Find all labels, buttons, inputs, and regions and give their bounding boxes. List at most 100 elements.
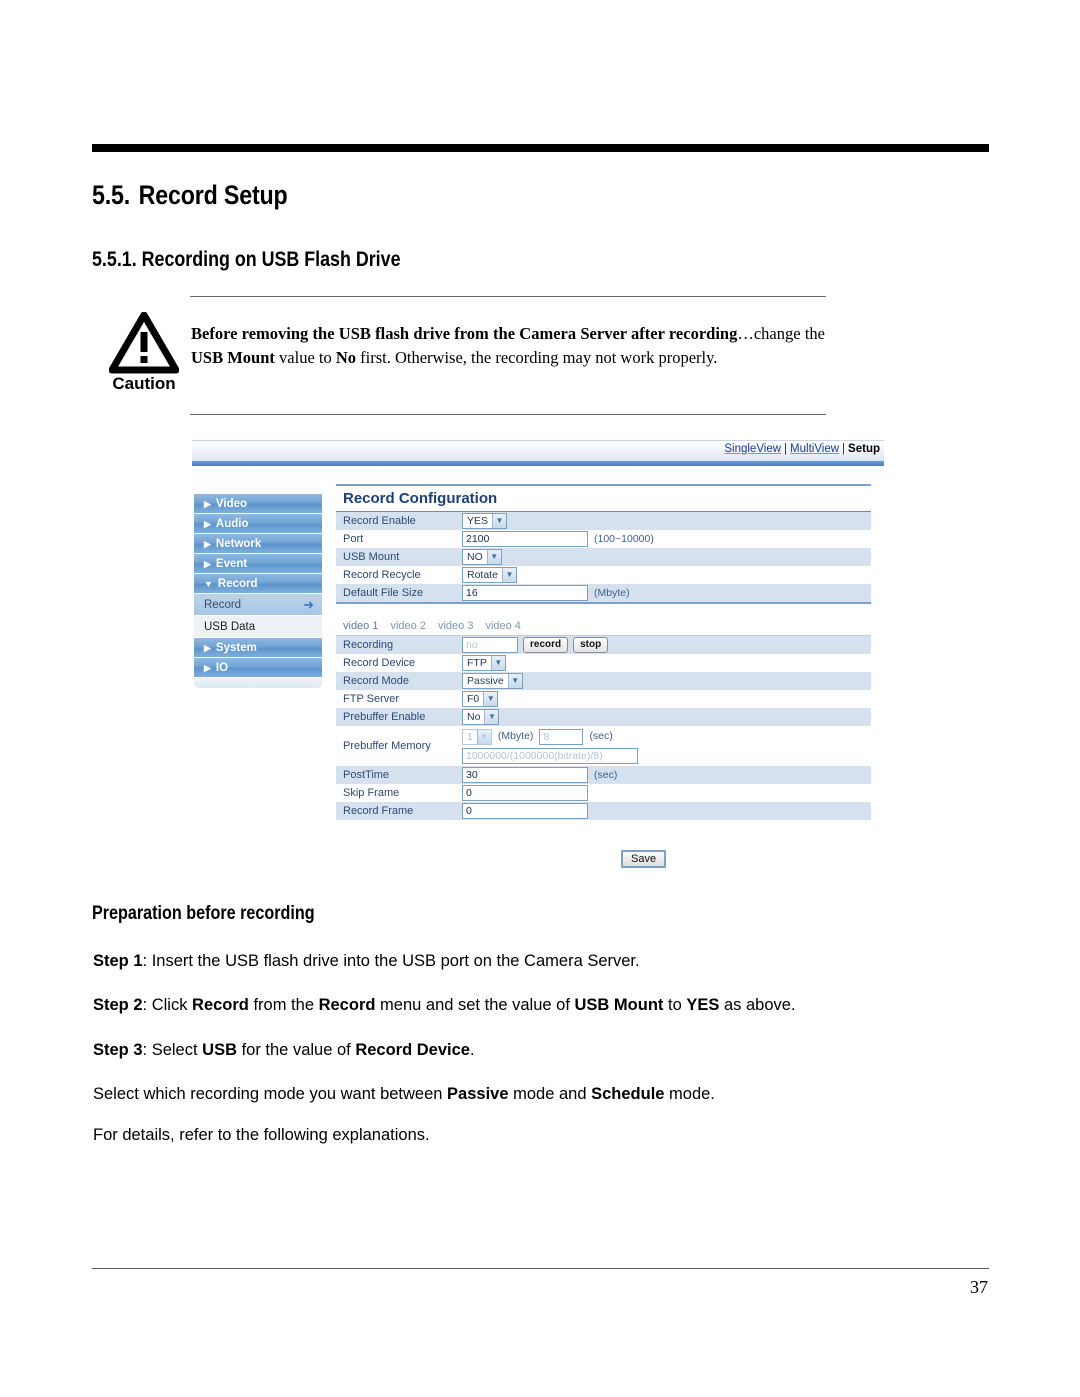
row-label: USB Mount bbox=[336, 548, 455, 566]
tab-video-4[interactable]: video 4 bbox=[485, 620, 520, 632]
caution-icon-block: Caution bbox=[98, 311, 190, 392]
row-value: No ▼ bbox=[455, 708, 871, 726]
row-label: Record Mode bbox=[336, 672, 455, 690]
para4-a: Select which recording mode you want bet… bbox=[93, 1085, 448, 1103]
row-value: 0 bbox=[455, 784, 871, 802]
default-file-size-hint: (Mbyte) bbox=[594, 586, 630, 599]
video-settings-table: Recording no record stop Record Device FTP… bbox=[336, 636, 871, 820]
prebuffer-memory-select[interactable]: 1 ▼ bbox=[462, 728, 492, 745]
passive-term: Passive bbox=[447, 1085, 509, 1103]
port-input[interactable]: 2100 bbox=[462, 531, 588, 547]
row-value: F0 ▼ bbox=[455, 690, 871, 708]
save-button[interactable]: Save bbox=[621, 850, 667, 868]
sidebar-item-record[interactable]: Record ➜ bbox=[194, 594, 322, 616]
tab-video-1[interactable]: video 1 bbox=[343, 620, 379, 634]
header-rule bbox=[92, 144, 989, 152]
skip-frame-input[interactable]: 0 bbox=[462, 785, 588, 801]
tab-video-3[interactable]: video 3 bbox=[438, 620, 473, 632]
caution-ellipsis: … bbox=[737, 324, 754, 343]
default-file-size-input[interactable]: 16 bbox=[462, 585, 588, 601]
select-value: No bbox=[467, 711, 481, 723]
table-row: Default File Size 16 (Mbyte) bbox=[336, 584, 871, 602]
caution-usb-mount-term: USB Mount bbox=[191, 348, 275, 367]
row-label: Recording bbox=[336, 636, 455, 654]
record-frame-input[interactable]: 0 bbox=[462, 803, 588, 819]
app-topbar-underline bbox=[192, 461, 884, 466]
stop-button[interactable]: stop bbox=[573, 637, 609, 653]
table-row: PostTime 30 (sec) bbox=[336, 766, 871, 784]
nav-link-setup[interactable]: Setup bbox=[848, 443, 880, 455]
step-1-text: : Insert the USB flash drive into the US… bbox=[142, 952, 640, 970]
sidebar: ▶ Video ▶ Audio ▶ Network ▶ Event ▼ Record Re… bbox=[194, 494, 322, 688]
row-label: Default File Size bbox=[336, 584, 455, 602]
chevron-right-icon: ▶ bbox=[204, 643, 211, 653]
para4-d: mode. bbox=[664, 1085, 715, 1103]
prebuffer-enable-select[interactable]: No ▼ bbox=[462, 709, 500, 725]
sec-unit-label: (sec) bbox=[589, 730, 613, 743]
table-row: Recording no record stop bbox=[336, 636, 871, 654]
table-row: Record Mode Passive ▼ bbox=[336, 672, 871, 690]
subsection-title-text: Recording on USB Flash Drive bbox=[141, 248, 401, 271]
preparation-heading: Preparation before recording bbox=[92, 903, 315, 924]
step-2-yes-term: YES bbox=[686, 996, 720, 1014]
sidebar-item-label: Record bbox=[204, 599, 242, 611]
record-device-select[interactable]: FTP ▼ bbox=[462, 655, 506, 671]
record-mode-select[interactable]: Passive ▼ bbox=[462, 673, 523, 689]
sidebar-item-usb-data[interactable]: USB Data bbox=[194, 616, 322, 638]
select-value: Passive bbox=[467, 675, 504, 687]
sidebar-item-event[interactable]: ▶ Event bbox=[194, 554, 322, 574]
step-1-paragraph: Step 1: Insert the USB flash drive into … bbox=[93, 952, 640, 971]
chevron-down-icon: ▼ bbox=[492, 514, 507, 528]
row-value: 30 (sec) bbox=[455, 766, 871, 784]
step-2-label: Step 2 bbox=[93, 996, 143, 1014]
ftp-server-select[interactable]: F0 ▼ bbox=[462, 691, 499, 707]
step-3-label: Step 3 bbox=[93, 1041, 143, 1059]
sidebar-item-system[interactable]: ▶ System bbox=[194, 638, 322, 658]
row-value: YES ▼ bbox=[455, 511, 871, 530]
nav-separator-1: | bbox=[784, 443, 788, 455]
section-number: 5.5. bbox=[92, 180, 131, 210]
step-3-c: for the value of bbox=[237, 1041, 356, 1059]
row-value: 2100 (100~10000) bbox=[455, 530, 871, 548]
sidebar-item-label: Record bbox=[217, 578, 258, 590]
posttime-input[interactable]: 30 bbox=[462, 767, 588, 783]
usb-mount-select[interactable]: NO ▼ bbox=[462, 549, 502, 565]
chevron-down-icon: ▼ bbox=[483, 692, 498, 706]
step-2-record-menu-term: Record bbox=[318, 996, 376, 1014]
row-value: FTP ▼ bbox=[455, 654, 871, 672]
record-button[interactable]: record bbox=[523, 637, 569, 653]
caution-text-tail: first. Otherwise, the recording may not … bbox=[356, 348, 718, 367]
tab-video-2[interactable]: video 2 bbox=[390, 620, 425, 632]
table-row: FTP Server F0 ▼ bbox=[336, 690, 871, 708]
sidebar-item-audio[interactable]: ▶ Audio bbox=[194, 514, 322, 534]
sidebar-item-video[interactable]: ▶ Video bbox=[194, 494, 322, 514]
page-number: 37 bbox=[970, 1277, 988, 1297]
select-value: NO bbox=[467, 551, 483, 563]
chevron-down-icon: ▼ bbox=[204, 579, 213, 589]
select-value: Rotate bbox=[467, 569, 498, 581]
select-value: 1 bbox=[467, 730, 473, 743]
sidebar-item-network[interactable]: ▶ Network bbox=[194, 534, 322, 554]
nav-link-multiview[interactable]: MultiView bbox=[790, 443, 839, 455]
step-3-paragraph: Step 3: Select USB for the value of Reco… bbox=[93, 1041, 475, 1060]
prebuffer-seconds-input[interactable]: 8 bbox=[539, 728, 584, 745]
nav-link-singleview[interactable]: SingleView bbox=[724, 443, 781, 455]
sidebar-item-record-group[interactable]: ▼ Record bbox=[194, 574, 322, 594]
chevron-down-icon: ▼ bbox=[486, 550, 501, 564]
step-3-usb-term: USB bbox=[202, 1041, 237, 1059]
table-row: Prebuffer Memory 1 ▼ (Mbyte) 8 (sec) 1000000… bbox=[336, 726, 871, 766]
row-label: FTP Server bbox=[343, 693, 400, 705]
record-enable-select[interactable]: YES ▼ bbox=[462, 513, 508, 529]
panel-title: Record Configuration bbox=[343, 490, 498, 507]
schedule-term: Schedule bbox=[591, 1085, 665, 1103]
select-value: FTP bbox=[467, 657, 487, 669]
sidebar-item-io[interactable]: ▶ IO bbox=[194, 658, 322, 678]
step-2-c: from the bbox=[248, 996, 319, 1014]
details-paragraph: For details, refer to the following expl… bbox=[93, 1126, 430, 1144]
sidebar-item-label: IO bbox=[215, 662, 229, 674]
step-1-label: Step 1 bbox=[93, 952, 143, 970]
footer-rule bbox=[92, 1268, 989, 1269]
record-recycle-select[interactable]: Rotate ▼ bbox=[462, 567, 517, 583]
step-2-f: as above. bbox=[719, 996, 796, 1014]
